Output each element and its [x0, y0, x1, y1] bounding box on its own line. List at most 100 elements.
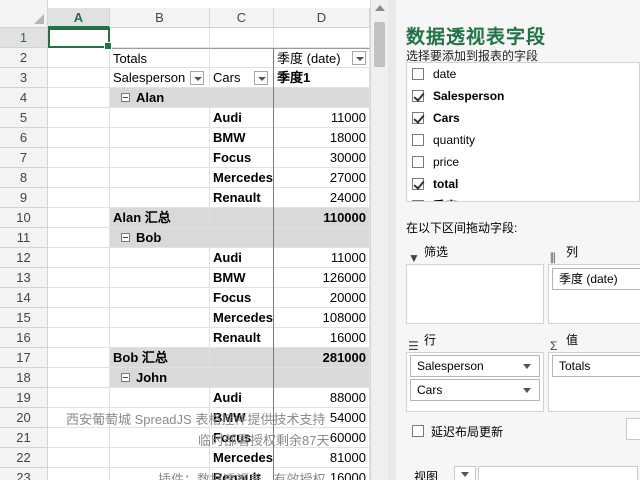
- cell-d[interactable]: 24000: [274, 188, 370, 208]
- cell-a[interactable]: [48, 388, 110, 408]
- cell-a[interactable]: [48, 208, 110, 228]
- row-header[interactable]: 17: [0, 348, 48, 368]
- field-checkbox[interactable]: [412, 200, 424, 201]
- chevron-down-icon[interactable]: [523, 388, 531, 393]
- cell-a[interactable]: [48, 468, 110, 480]
- select-all-corner[interactable]: [0, 0, 48, 28]
- row-header[interactable]: 16: [0, 328, 48, 348]
- field-checkbox[interactable]: [412, 90, 424, 102]
- row-header[interactable]: 18: [0, 368, 48, 388]
- row-header[interactable]: 9: [0, 188, 48, 208]
- columns-field-pill[interactable]: 季度 (date): [552, 268, 640, 290]
- cell-a[interactable]: [48, 328, 110, 348]
- cell-b[interactable]: [110, 188, 210, 208]
- cell-c[interactable]: Audi: [210, 248, 274, 268]
- cell-c[interactable]: Audi: [210, 388, 274, 408]
- cell-c[interactable]: [210, 208, 274, 228]
- cell-b[interactable]: [110, 308, 210, 328]
- cell-a[interactable]: [48, 68, 110, 88]
- field-checkbox[interactable]: [412, 156, 424, 168]
- cell-a[interactable]: [48, 168, 110, 188]
- cell-c[interactable]: [210, 48, 274, 68]
- cell-a[interactable]: [48, 188, 110, 208]
- row-header[interactable]: 20: [0, 408, 48, 428]
- values-area[interactable]: Σ值 Totals: [548, 328, 640, 412]
- row-header[interactable]: 6: [0, 128, 48, 148]
- cell-a[interactable]: [48, 308, 110, 328]
- row-header[interactable]: 12: [0, 248, 48, 268]
- group-row-label[interactable]: Bob: [110, 228, 370, 248]
- cell-c[interactable]: Mercedes: [210, 168, 274, 188]
- filter-drop-zone[interactable]: [406, 264, 544, 324]
- cell-b[interactable]: [110, 428, 210, 448]
- field-item[interactable]: 季度 (date): [407, 195, 639, 201]
- cell-d[interactable]: 108000: [274, 308, 370, 328]
- row-header[interactable]: 15: [0, 308, 48, 328]
- cell-b[interactable]: [110, 248, 210, 268]
- cell-c[interactable]: Renault: [210, 188, 274, 208]
- cell-b[interactable]: Alan 汇总: [110, 208, 210, 228]
- columns-area[interactable]: ⫼ 列 季度 (date): [548, 240, 640, 324]
- cell-c[interactable]: Focus: [210, 288, 274, 308]
- rows-drop-zone[interactable]: Salesperson Cars: [406, 352, 544, 412]
- cell-a[interactable]: [48, 148, 110, 168]
- cell-d[interactable]: 110000: [274, 208, 370, 228]
- view-dropdown[interactable]: [454, 466, 476, 480]
- field-item[interactable]: Salesperson: [407, 85, 639, 107]
- rows-field-pill-salesperson[interactable]: Salesperson: [410, 355, 540, 377]
- columns-drop-zone[interactable]: 季度 (date): [548, 264, 640, 324]
- row-header[interactable]: 11: [0, 228, 48, 248]
- cell-d[interactable]: 20000: [274, 288, 370, 308]
- cell-b[interactable]: [110, 448, 210, 468]
- field-checkbox[interactable]: [412, 178, 424, 190]
- panel-splitter[interactable]: [388, 0, 396, 480]
- column-header-a[interactable]: A: [48, 8, 110, 28]
- field-list[interactable]: date Salesperson Cars quantity price total 季度 …: [406, 62, 640, 202]
- column-header-d[interactable]: D: [274, 8, 370, 28]
- cell-d[interactable]: 16000: [274, 328, 370, 348]
- values-drop-zone[interactable]: Totals: [548, 352, 640, 412]
- cell-c[interactable]: Mercedes: [210, 448, 274, 468]
- cell-c[interactable]: Renault: [210, 328, 274, 348]
- cell-b[interactable]: [110, 108, 210, 128]
- row-header[interactable]: 8: [0, 168, 48, 188]
- cell-d[interactable]: 30000: [274, 148, 370, 168]
- values-field-pill[interactable]: Totals: [552, 355, 640, 377]
- collapse-icon[interactable]: [121, 93, 130, 103]
- cell-d[interactable]: 281000: [274, 348, 370, 368]
- cell-b[interactable]: [110, 388, 210, 408]
- row-header[interactable]: 4: [0, 88, 48, 108]
- cell-d[interactable]: 11000: [274, 108, 370, 128]
- field-item[interactable]: date: [407, 63, 639, 85]
- rows-area[interactable]: ☰ 行 Salesperson Cars: [406, 328, 546, 412]
- cell-b[interactable]: [110, 328, 210, 348]
- defer-layout-update[interactable]: 延迟布局更新: [412, 423, 503, 440]
- row-header[interactable]: 10: [0, 208, 48, 228]
- spreadsheet[interactable]: ABCD 1 2 Totals 季度 (date) 3 Salesperson Cars 季度…: [0, 0, 370, 480]
- cell-c[interactable]: Audi: [210, 108, 274, 128]
- cell-a[interactable]: [48, 268, 110, 288]
- cell-a[interactable]: [48, 428, 110, 448]
- field-item[interactable]: quantity: [407, 129, 639, 151]
- field-item[interactable]: Cars: [407, 107, 639, 129]
- row-header[interactable]: 1: [0, 28, 48, 48]
- field-checkbox[interactable]: [412, 134, 424, 146]
- defer-checkbox[interactable]: [412, 425, 424, 437]
- cell-a[interactable]: [48, 48, 110, 68]
- cell-a[interactable]: [48, 248, 110, 268]
- cell-a[interactable]: [48, 128, 110, 148]
- rows-field-pill-cars[interactable]: Cars: [410, 379, 540, 401]
- cell-a[interactable]: [48, 448, 110, 468]
- cell-a[interactable]: [48, 348, 110, 368]
- row-header[interactable]: 21: [0, 428, 48, 448]
- row-header[interactable]: 3: [0, 68, 48, 88]
- filter-area[interactable]: ▼ 筛选: [406, 240, 546, 324]
- salesperson-filter-dropdown[interactable]: [190, 71, 204, 85]
- cell-d[interactable]: 季度1: [274, 68, 370, 88]
- row-header[interactable]: 19: [0, 388, 48, 408]
- cell-d[interactable]: [274, 28, 370, 48]
- cell-d[interactable]: 88000: [274, 388, 370, 408]
- cell-d[interactable]: 81000: [274, 448, 370, 468]
- column-header-b[interactable]: B: [110, 8, 210, 28]
- cell-b[interactable]: [110, 288, 210, 308]
